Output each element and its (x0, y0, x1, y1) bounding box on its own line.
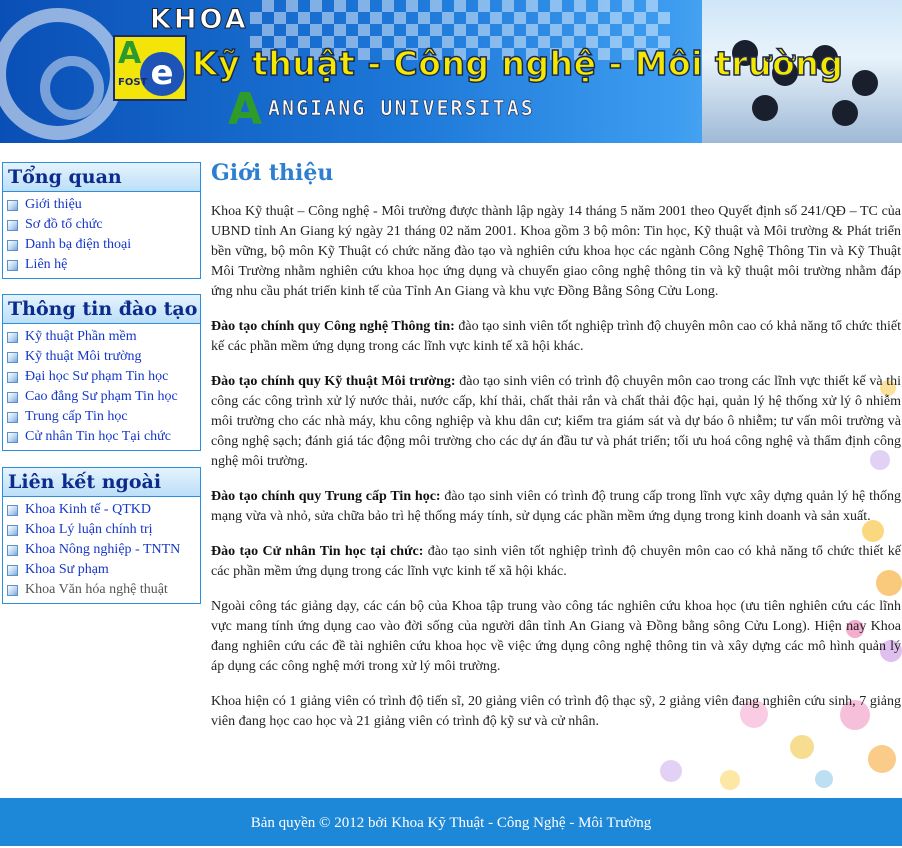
program-label: Đào tạo chính quy Công nghệ Thông tin: (211, 319, 455, 334)
sidebar-item-label: Kỹ thuật Môi trường (25, 349, 142, 364)
sidebar-item-label: Kỹ thuật Phần mềm (25, 329, 137, 344)
sidebar-item-su-pham[interactable]: Khoa Sư phạm (7, 560, 200, 580)
sidebar-item-label: Khoa Kinh tế - QTKD (25, 502, 151, 517)
logo-letter-e: e (140, 52, 184, 96)
sidebar-section-title: Thông tin đào tạo (3, 295, 200, 324)
graduate-figure (832, 100, 858, 126)
sidebar-item-danh-ba[interactable]: Danh bạ điện thoại (7, 235, 200, 255)
bullet-icon (7, 219, 18, 231)
sidebar-item-label: Giới thiệu (25, 197, 82, 212)
bullet-icon (7, 564, 18, 576)
research-paragraph: Ngoài công tác giảng dạy, các cán bộ của… (211, 599, 901, 674)
program-tai-chuc: Đào tạo Cử nhân Tin học tại chức: đào tạ… (211, 542, 901, 582)
sidebar-section-training: Thông tin đào tạo Kỹ thuật Phần mềm Kỹ t… (2, 294, 201, 451)
sidebar-item-label: Sơ đồ tổ chức (25, 217, 103, 232)
university-name: ANGIANG UNIVERSITAS (268, 96, 535, 121)
program-label: Đào tạo chính quy Trung cấp Tin học: (211, 489, 441, 504)
flower-icon (868, 745, 896, 773)
sidebar-item-label: Trung cấp Tin học (25, 409, 128, 424)
flower-icon (815, 770, 833, 788)
sidebar-section-links: Liên kết ngoài Khoa Kinh tế - QTKD Khoa … (2, 467, 201, 604)
footer: Bản quyền © 2012 bởi Khoa Kỹ Thuật - Côn… (0, 798, 902, 846)
sidebar-item-label: Khoa Văn hóa nghệ thuật (25, 582, 168, 597)
intro-paragraph: Khoa Kỹ thuật – Công nghệ - Môi trường đ… (211, 204, 901, 299)
copyright-text: Bản quyền © 2012 bởi Khoa Kỹ Thuật - Côn… (250, 815, 652, 831)
bullet-icon (7, 391, 18, 403)
bullet-icon (7, 431, 18, 443)
bullet-icon (7, 259, 18, 271)
banner-khoa-text: KHOA (150, 4, 249, 36)
program-trung-cap: Đào tạo chính quy Trung cấp Tin học: đào… (211, 487, 901, 527)
graduate-figure (752, 95, 778, 121)
sidebar-item-cu-nhan-tai-chuc[interactable]: Cử nhân Tin học Tại chức (7, 427, 200, 447)
sidebar-item-nong-nghiep[interactable]: Khoa Nông nghiệp - TNTN (7, 540, 200, 560)
page-title: Giới thiệu (211, 160, 334, 186)
bullet-icon (7, 524, 18, 536)
sidebar-item-label: Liên hệ (25, 257, 68, 272)
department-name: Kỹ thuật - Công nghệ - Môi trường (191, 43, 844, 84)
sidebar-item-dai-hoc-su-pham[interactable]: Đại học Sư phạm Tin học (7, 367, 200, 387)
bullet-icon (7, 584, 18, 596)
bullet-icon (7, 351, 18, 363)
sidebar-section-title: Liên kết ngoài (3, 468, 200, 497)
sidebar-item-label: Danh bạ điện thoại (25, 237, 132, 252)
graduate-figure (852, 70, 878, 96)
bullet-icon (7, 199, 18, 211)
main-content: Giới thiệu Khoa Kỹ thuật – Công nghệ - M… (211, 160, 901, 747)
sidebar-item-ky-thuat-moi-truong[interactable]: Kỹ thuật Môi trường (7, 347, 200, 367)
sidebar-section-overview: Tổng quan Giới thiệu Sơ đồ tổ chức Danh … (2, 162, 201, 279)
sidebar-item-so-do-to-chuc[interactable]: Sơ đồ tổ chức (7, 215, 200, 235)
program-label: Đào tạo Cử nhân Tin học tại chức: (211, 544, 424, 559)
sidebar-item-lien-he[interactable]: Liên hệ (7, 255, 200, 275)
sidebar-item-label: Khoa Nông nghiệp - TNTN (25, 542, 181, 557)
staff-paragraph: Khoa hiện có 1 giảng viên có trình độ ti… (211, 694, 901, 729)
bullet-icon (7, 371, 18, 383)
sidebar-item-label: Khoa Sư phạm (25, 562, 109, 577)
at-sign-icon (0, 8, 124, 140)
bullet-icon (7, 544, 18, 556)
sidebar-item-van-hoa[interactable]: Khoa Văn hóa nghệ thuật (7, 580, 200, 600)
program-cntt: Đào tạo chính quy Công nghệ Thông tin: đ… (211, 317, 901, 357)
program-ktmt: Đào tạo chính quy Kỹ thuật Môi trường: đ… (211, 372, 901, 472)
sidebar-item-trung-cap[interactable]: Trung cấp Tin học (7, 407, 200, 427)
sidebar-item-ky-thuat-phan-mem[interactable]: Kỹ thuật Phần mềm (7, 327, 200, 347)
sidebar-item-label: Cử nhân Tin học Tại chức (25, 429, 171, 444)
sidebar-item-label: Đại học Sư phạm Tin học (25, 369, 169, 384)
flower-icon (720, 770, 740, 790)
logo-letter-a: A (118, 36, 142, 71)
sidebar-item-label: Cao đẳng Sư phạm Tin học (25, 389, 178, 404)
bullet-icon (7, 239, 18, 251)
flower-icon (660, 760, 682, 782)
sidebar-section-title: Tổng quan (3, 163, 200, 192)
sidebar-item-gioi-thieu[interactable]: Giới thiệu (7, 195, 200, 215)
logo-fost-text: FOST (118, 77, 148, 88)
bullet-icon (7, 504, 18, 516)
sidebar-item-cao-dang-su-pham[interactable]: Cao đẳng Sư phạm Tin học (7, 387, 200, 407)
sidebar-item-label: Khoa Lý luận chính trị (25, 522, 153, 537)
bullet-icon (7, 331, 18, 343)
bullet-icon (7, 411, 18, 423)
program-label: Đào tạo chính quy Kỹ thuật Môi trường: (211, 374, 456, 389)
sidebar-item-kinh-te[interactable]: Khoa Kinh tế - QTKD (7, 500, 200, 520)
site-banner: KHOA A e FOST Kỹ thuật - Công nghệ - Môi… (0, 0, 902, 143)
sidebar-item-ly-luan[interactable]: Khoa Lý luận chính trị (7, 520, 200, 540)
university-logo-a: A (228, 84, 263, 135)
